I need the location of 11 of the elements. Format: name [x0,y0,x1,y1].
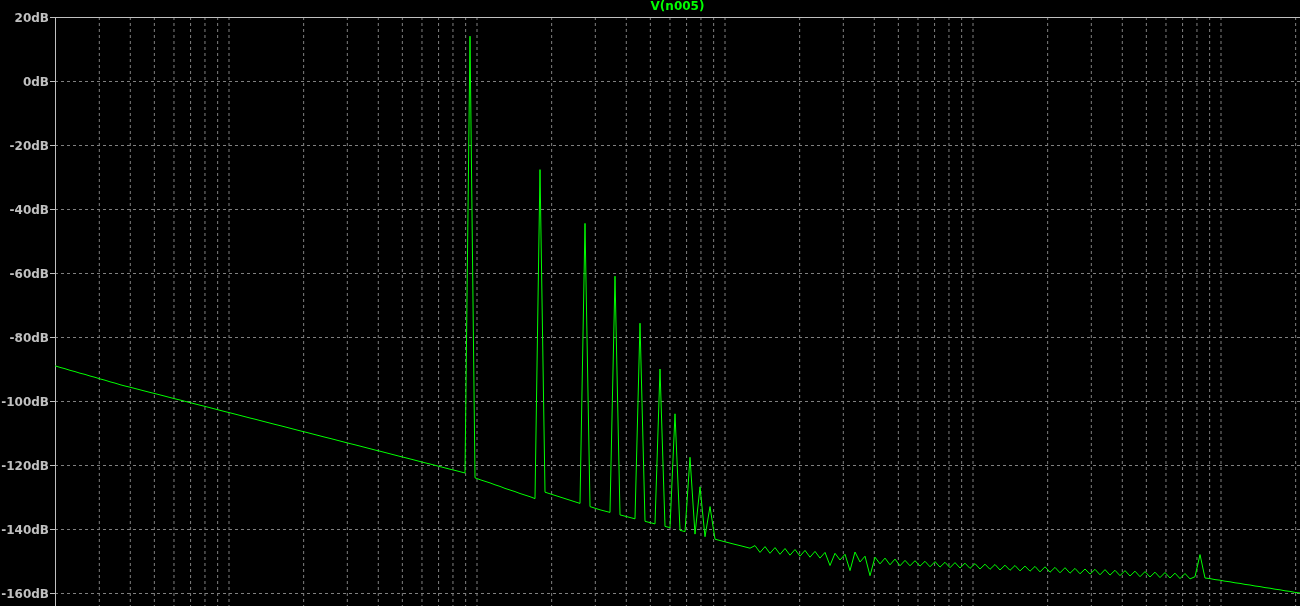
axis-tick-label: -160dB [1,586,49,601]
axis-tick-label: -120dB [1,458,49,473]
axis-tick-label: -20dB [9,138,49,153]
axis-tick-label: 0dB [22,74,49,89]
trace-title: V(n005) [649,0,705,12]
axis-tick-label: -40dB [9,202,49,217]
axis-tick-label: -100dB [1,394,49,409]
axis-tick-label: -60dB [9,266,49,281]
axis-tick-label: -80dB [9,330,49,345]
axis-tick-label: 20dB [14,11,49,25]
axis-tick-label: -140dB [1,522,49,537]
